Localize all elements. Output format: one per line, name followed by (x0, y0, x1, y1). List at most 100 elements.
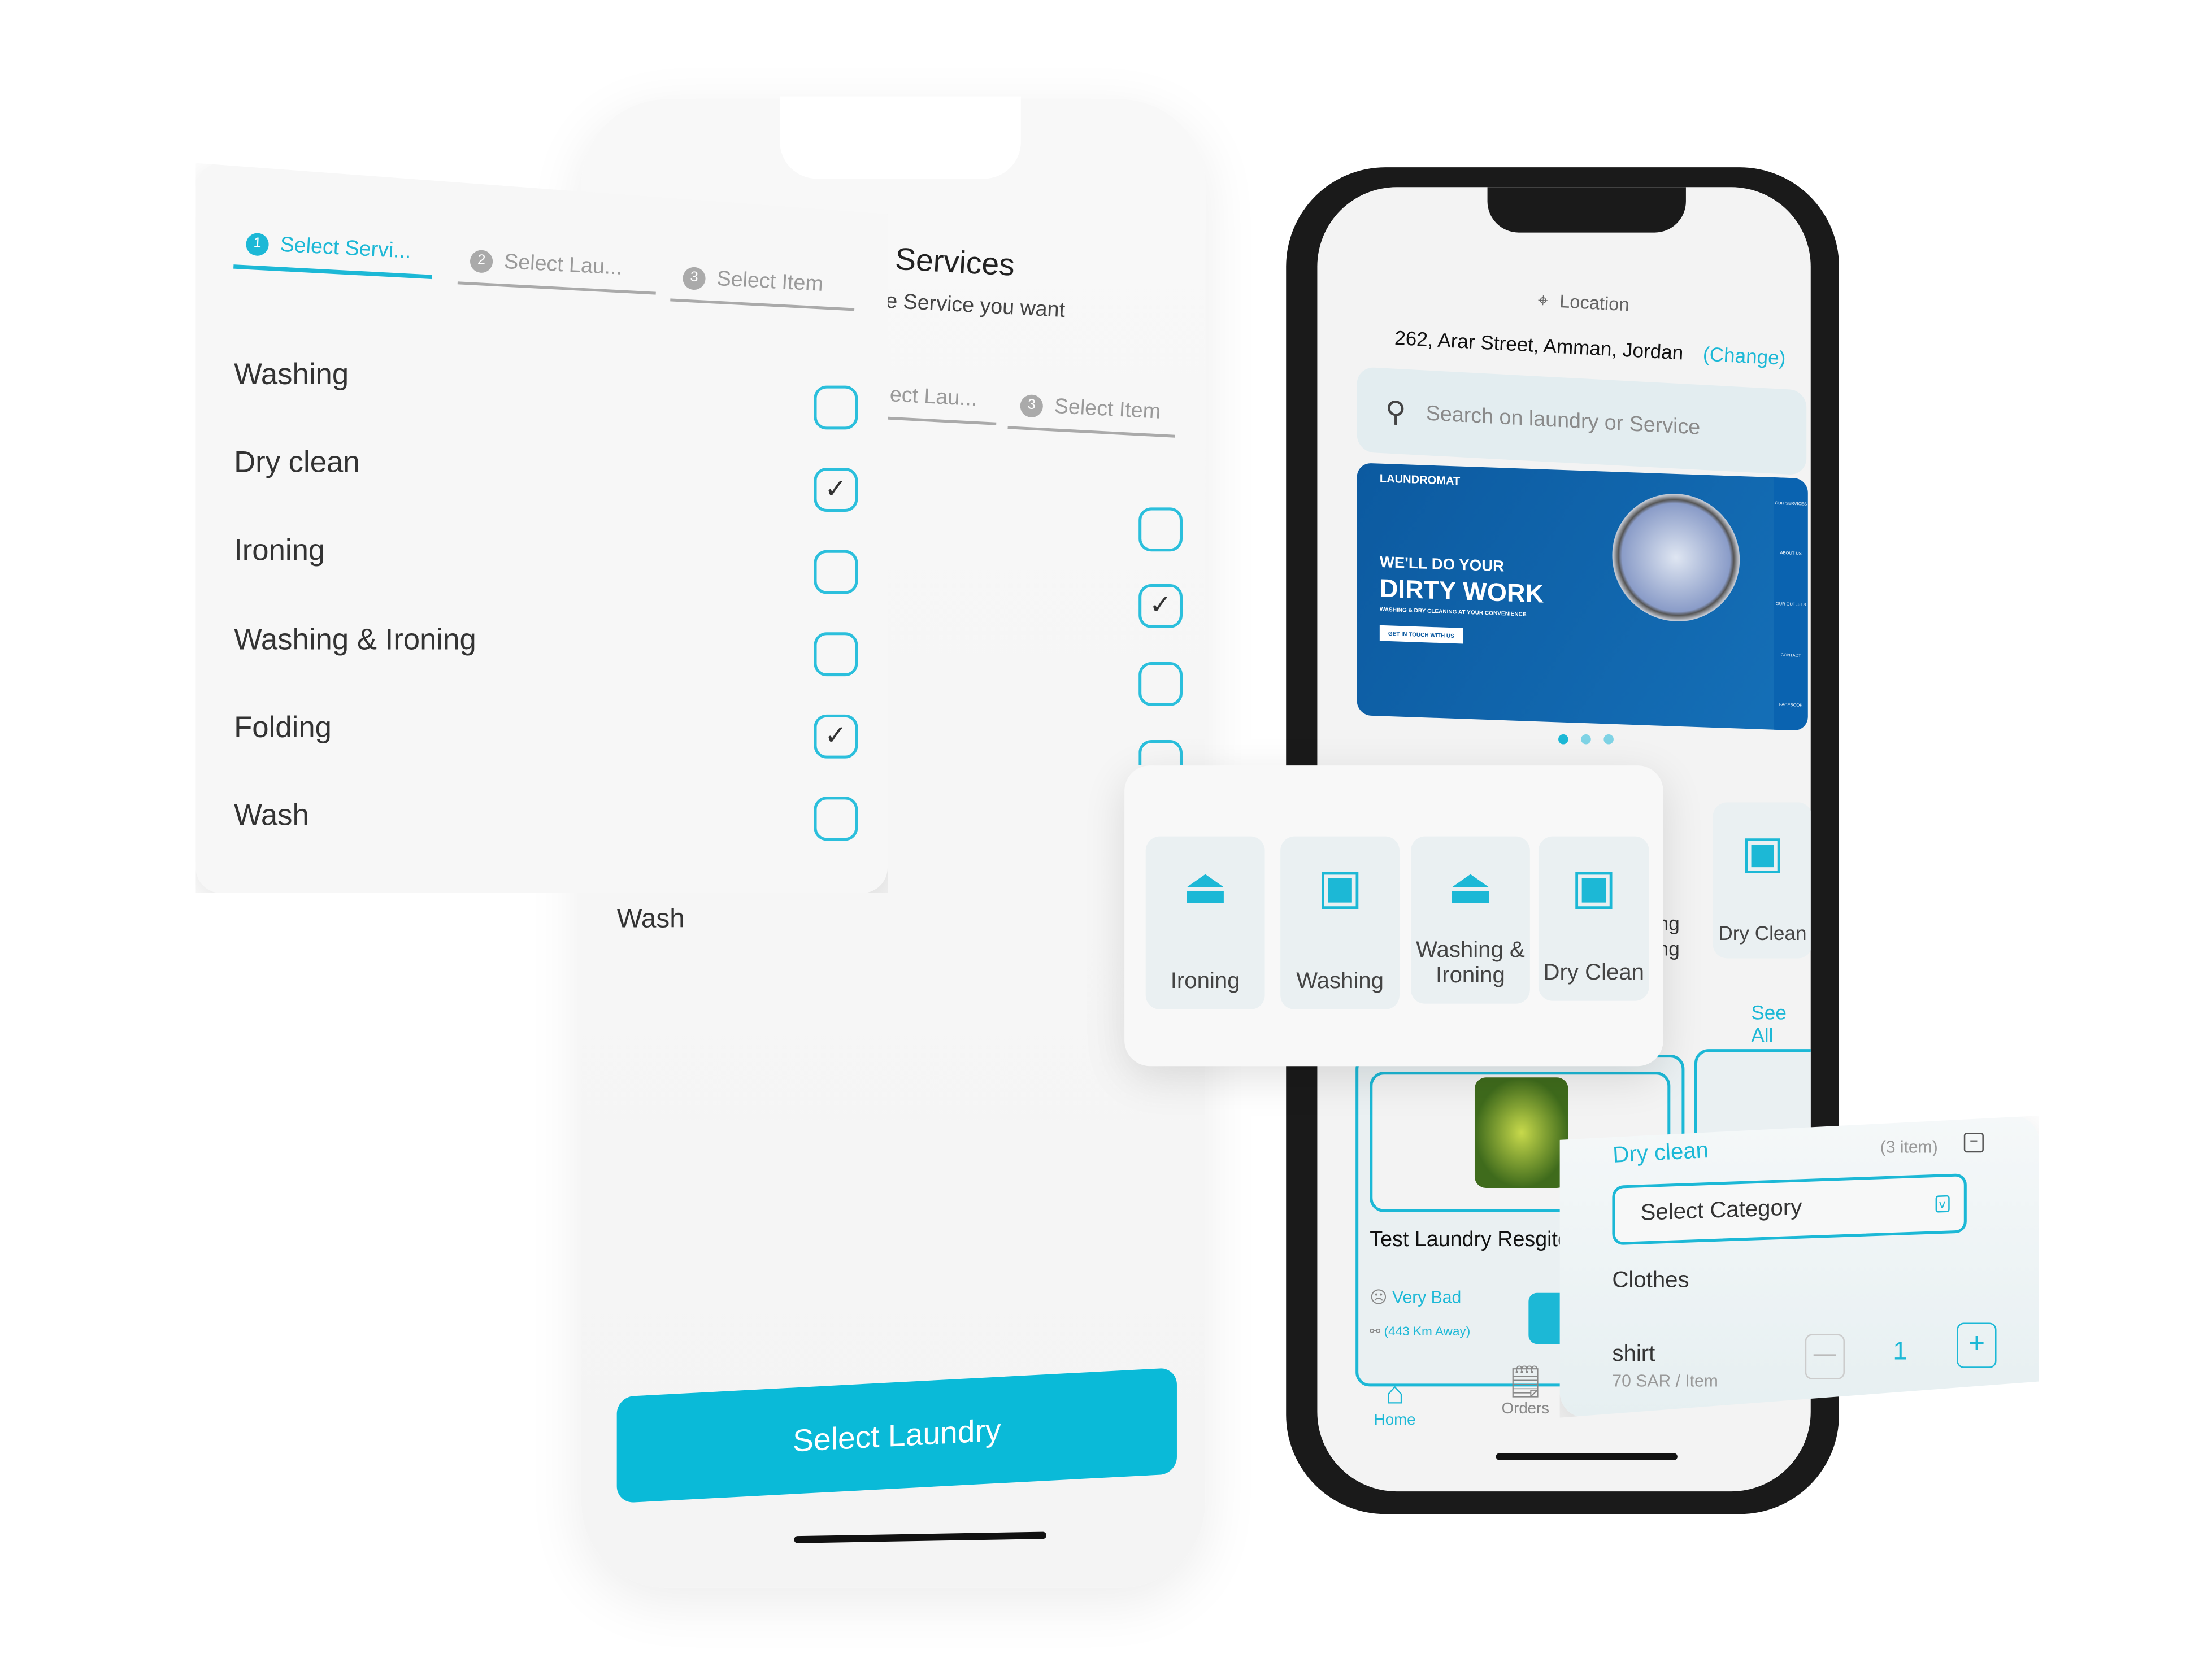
distance-text: (443 Km Away) (1384, 1324, 1471, 1339)
tab-underline (883, 416, 997, 425)
category-label: Washing & Ironing (1416, 938, 1525, 989)
tab-underline (670, 298, 855, 311)
iron-icon: ⏏ (1448, 860, 1493, 915)
checkbox-folding[interactable]: ✓ (814, 714, 858, 759)
service-label: Washing (234, 358, 349, 391)
tab-underline (457, 281, 656, 295)
service-name: Dry clean (1612, 1139, 1710, 1168)
service-label: Dry clean (234, 446, 360, 480)
location-label: Location (1559, 290, 1630, 316)
tab-select-service[interactable]: 1 Select Servi... (233, 231, 432, 280)
service-label: Ironing (234, 534, 325, 567)
banner-logo: LAUNDROMAT (1379, 472, 1461, 488)
tab-select-item[interactable]: 3 Select Item (670, 265, 855, 311)
tab-label: ect Lau... (889, 382, 978, 412)
increment-button[interactable]: + (1957, 1322, 1997, 1368)
home-indicator (794, 1531, 1047, 1543)
category-washing-ironing[interactable]: ⏏ Washing & Ironing (1411, 836, 1530, 1004)
banner-cta-button[interactable]: GET IN TOUCH WITH US (1379, 625, 1463, 644)
category-washing[interactable]: ▣ Washing (1280, 836, 1400, 1009)
home-indicator (1496, 1453, 1678, 1460)
select-service-card: 1 Select Servi... 2 Select Lau... 3 Select … (195, 163, 888, 894)
promo-banner[interactable]: LAUNDROMAT WE'LL DO YOUR DIRTY WORK WASH… (1357, 463, 1808, 731)
checkbox-washing[interactable] (814, 385, 858, 430)
washing-machine-icon: ▣ (1741, 826, 1784, 878)
collapse-icon[interactable]: − (1963, 1133, 1984, 1153)
rating-row: ☹ Very Bad (1370, 1287, 1461, 1307)
item-name: shirt (1612, 1342, 1655, 1367)
banner-line1: WE'LL DO YOUR (1379, 554, 1505, 576)
category-ironing[interactable]: ⏏ Ironing (1145, 836, 1265, 1009)
change-location-link[interactable]: (Change) (1702, 342, 1786, 369)
side-nav-item: FACEBOOK (1779, 702, 1803, 708)
washing-machine-icon: ▣ (1571, 860, 1617, 915)
step-3-icon: 3 (682, 266, 706, 290)
category-dry-clean[interactable]: ▣ Dry Clean (1713, 802, 1811, 959)
side-nav-item: ABOUT US (1780, 550, 1802, 557)
carousel-dot[interactable] (1558, 734, 1568, 745)
iron-icon: ⏏ (1182, 860, 1228, 915)
search-input[interactable]: ⚲ Search on laundry or Service (1357, 367, 1807, 476)
page-title: Services (894, 241, 1016, 283)
item-count: (3 item) (1880, 1137, 1938, 1157)
rating-text: Very Bad (1392, 1287, 1462, 1307)
see-all-link[interactable]: See All (1751, 1001, 1810, 1046)
tab-select-laundry[interactable]: ect Lau... (883, 382, 997, 425)
select-category-dropdown[interactable]: Select Category v (1612, 1173, 1967, 1246)
category-dry-clean[interactable]: ▣ Dry Clean (1538, 836, 1649, 1001)
home-icon: ⌂ (1385, 1375, 1405, 1411)
category-label: Washing (1296, 969, 1384, 994)
banner-line2: DIRTY WORK (1379, 574, 1544, 608)
checkbox[interactable] (1138, 507, 1183, 552)
category-label: Ironing (1170, 969, 1240, 994)
tab-select-laundry[interactable]: 2 Select Lau... (457, 248, 656, 295)
page-subtitle: e Service you want (885, 289, 1066, 323)
nav-home[interactable]: ⌂ Home (1374, 1375, 1416, 1429)
location-pin-icon: ⌖ (1537, 289, 1549, 311)
side-nav-item: CONTACT (1780, 651, 1801, 658)
category-name: Clothes (1612, 1269, 1689, 1293)
decrement-button[interactable]: — (1805, 1334, 1845, 1379)
step-3-icon: 3 (1019, 393, 1044, 417)
service-label: Folding (234, 711, 332, 745)
address-text: 262, Arar Street, Amman, Jordan (1394, 326, 1684, 364)
address-row: 262, Arar Street, Amman, Jordan (Change) (1394, 326, 1786, 369)
sad-face-icon: ☹ (1370, 1287, 1393, 1307)
search-icon: ⚲ (1385, 395, 1406, 428)
tab-label: Select Lau... (503, 250, 623, 280)
service-categories-card: ⏏ Ironing ▣ Washing ⏏ Washing & Ironing ▣ Dr… (1124, 765, 1663, 1067)
carousel-dots[interactable] (1558, 734, 1614, 745)
checkbox-washing-ironing[interactable] (814, 632, 858, 677)
route-icon: ⚯ (1370, 1324, 1384, 1339)
checkbox-dry-clean[interactable]: ✓ (814, 468, 858, 512)
checkbox[interactable]: ✓ (1138, 584, 1183, 628)
dry-clean-item-card: Dry clean (3 item) − Select Category v C… (1559, 1116, 2039, 1418)
category-label: Dry Clean (1543, 961, 1645, 986)
dropdown-placeholder: Select Category (1640, 1196, 1802, 1226)
category-label: Dry Clean (1718, 921, 1807, 945)
nav-label: Home (1374, 1412, 1416, 1429)
location-row: ⌖ Location (1537, 289, 1630, 317)
tab-select-item[interactable]: 3 Select Item (1007, 393, 1175, 438)
banner-side-nav: OUR SERVICES ABOUT US OUR OUTLETS CONTAC… (1774, 477, 1808, 731)
step-2-icon: 2 (470, 249, 494, 273)
chevron-down-icon: v (1935, 1195, 1950, 1213)
tab-underline (233, 264, 432, 280)
carousel-dot[interactable] (1581, 734, 1591, 745)
checkbox[interactable] (1138, 661, 1183, 706)
service-label: Washing & Ironing (234, 624, 476, 656)
nav-label: Orders (1501, 1400, 1550, 1418)
service-label-wash: Wash (616, 904, 685, 934)
search-placeholder: Search on laundry or Service (1426, 401, 1701, 439)
laundry-photo (1474, 1077, 1568, 1189)
nav-orders[interactable]: 🗒 Orders (1502, 1364, 1549, 1417)
checkbox-wash[interactable] (814, 797, 858, 841)
checkbox-ironing[interactable] (814, 550, 858, 594)
receipt-icon: 🗒 (1505, 1364, 1545, 1399)
checkbox[interactable] (1138, 740, 1183, 766)
washing-machine-icon: ▣ (1317, 860, 1363, 915)
phone-notch (1487, 187, 1686, 233)
carousel-dot[interactable] (1603, 734, 1614, 745)
item-price: 70 SAR / Item (1612, 1370, 1718, 1391)
tab-label: Select Item (1053, 394, 1162, 424)
